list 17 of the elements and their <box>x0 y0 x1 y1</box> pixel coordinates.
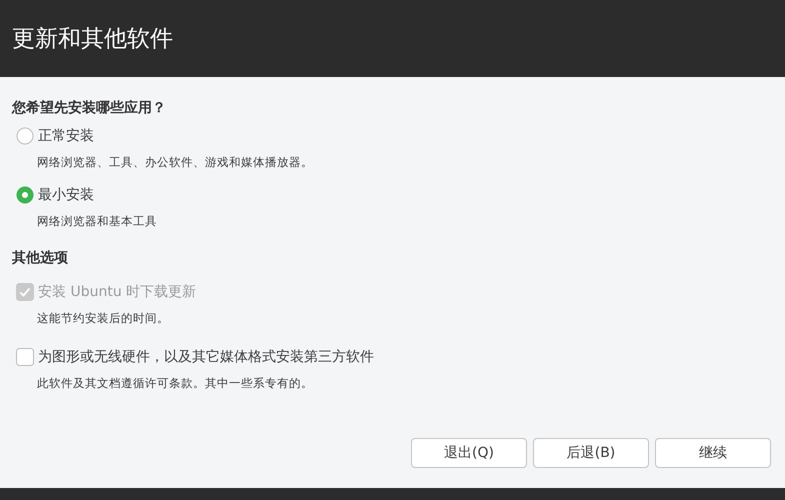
option-description: 网络浏览器、工具、办公软件、游戏和媒体播放器。 <box>37 155 314 170</box>
checkbox[interactable] <box>16 348 34 366</box>
window-title: 更新和其他软件 <box>12 25 173 54</box>
radio-button[interactable] <box>16 127 34 145</box>
option-description: 此软件及其文档遵循许可条款。其中一些系专有的。 <box>37 376 314 391</box>
option-label: 安装 Ubuntu 时下载更新 <box>38 283 196 301</box>
dialog-button[interactable]: 继续 <box>655 438 771 468</box>
dialog-button[interactable]: 退出(Q) <box>411 438 527 468</box>
option-description: 这能节约安装后的时间。 <box>37 311 170 326</box>
option-label: 为图形或无线硬件，以及其它媒体格式安装第三方软件 <box>38 348 374 366</box>
section-heading: 其他选项 <box>12 249 69 267</box>
option-description: 网络浏览器和基本工具 <box>37 214 158 229</box>
radio-button[interactable] <box>16 186 34 204</box>
section-heading: 您希望先安装哪些应用？ <box>12 99 167 117</box>
option-label: 正常安装 <box>38 127 94 145</box>
dialog-button[interactable]: 后退(B) <box>533 438 649 468</box>
option-label: 最小安装 <box>38 186 94 204</box>
